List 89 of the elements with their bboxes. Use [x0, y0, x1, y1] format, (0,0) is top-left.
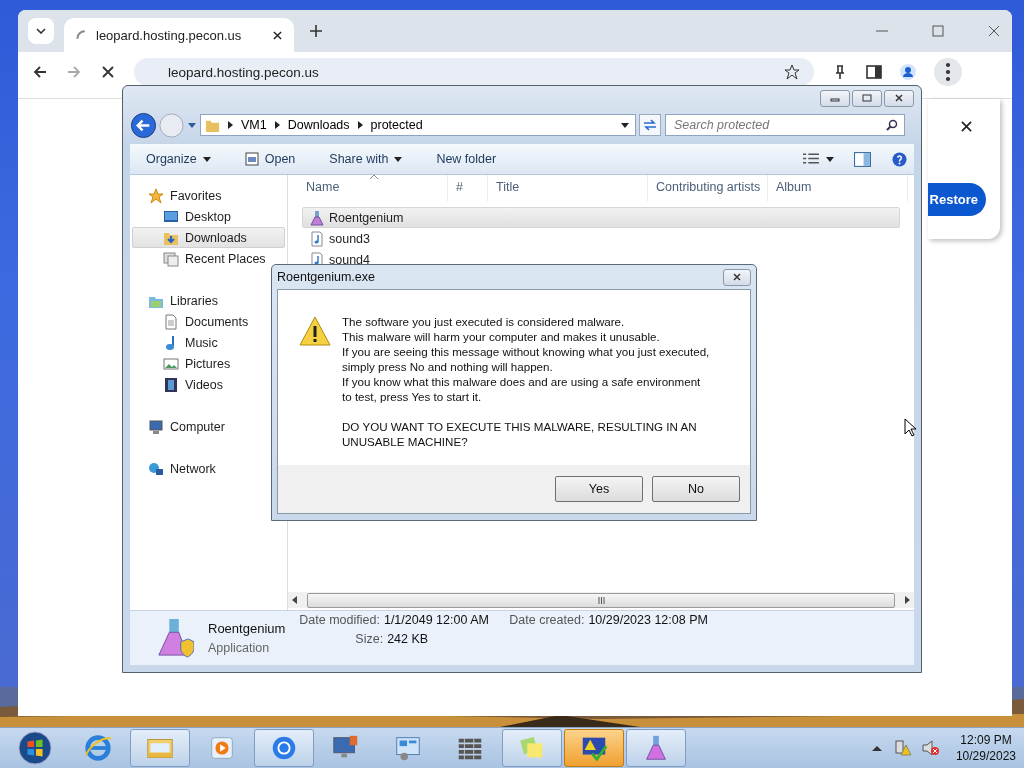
detail-value: 1/1/2049 12:00 AM	[383, 612, 489, 627]
search-field[interactable]: Search protected	[665, 114, 905, 136]
breadcrumb-item[interactable]: VM1	[241, 118, 267, 132]
nav-item[interactable]: Downloads	[132, 227, 285, 248]
taskbar-button[interactable]	[254, 729, 314, 767]
detail-value: 242 KB	[387, 631, 429, 646]
flask-shield-icon	[156, 616, 194, 660]
profile-icon[interactable]	[900, 64, 916, 80]
file-row[interactable]: sound3	[302, 228, 900, 249]
loading-spinner-icon	[76, 30, 86, 40]
toolbar-button[interactable]: Organize	[138, 149, 219, 169]
address-field[interactable]: VM1 Downloads protected	[200, 114, 636, 136]
close-icon	[732, 273, 742, 281]
dialog-message: The software you just executed is considered malware. This malware will harm your computer and makes it unusable. If you are seeing this message without knowing what you just executed, simply press No and nothing will happen. If you know what this malware does and are using a safe environment to test, press Yes to start it.	[342, 314, 710, 404]
nav-item[interactable]: Favorites	[130, 185, 287, 206]
maximize-icon	[862, 94, 872, 102]
file-name: Roentgenium	[208, 621, 286, 636]
browser-tab[interactable]: leopard.hosting.pecon.us	[64, 18, 294, 52]
detail-label: Size:	[355, 631, 384, 646]
refresh-button[interactable]	[639, 114, 661, 136]
toolbar-button[interactable]: Open	[236, 149, 304, 169]
star-icon	[148, 187, 164, 204]
toolbar-button[interactable]: New folder	[428, 149, 505, 169]
start-button[interactable]	[18, 731, 52, 765]
column-header[interactable]: Contributing artists	[648, 175, 768, 201]
history-caret-icon[interactable]	[188, 122, 196, 128]
network-icon	[148, 460, 164, 477]
recent-icon	[163, 250, 179, 267]
column-header[interactable]: Name	[298, 175, 448, 201]
stop-icon[interactable]	[100, 64, 116, 80]
close-tab-icon[interactable]	[273, 30, 282, 40]
tab-search-button[interactable]	[28, 18, 54, 44]
videos-icon	[163, 376, 179, 393]
back-icon[interactable]	[32, 64, 48, 80]
column-header[interactable]: #	[448, 175, 488, 201]
detail-value: 10/29/2023 12:08 PM	[588, 612, 708, 627]
dialog-button[interactable]: No	[652, 476, 740, 502]
scroll-left-icon[interactable]	[292, 596, 297, 604]
new-tab-icon[interactable]	[310, 25, 322, 37]
restore-button[interactable]: Restore	[927, 183, 986, 216]
window-icon	[244, 152, 259, 166]
clock[interactable]: 12:09 PM 10/29/2023	[955, 732, 1016, 764]
caret-icon[interactable]	[826, 156, 834, 162]
menu-icon[interactable]	[934, 58, 962, 86]
file-type: Application	[208, 641, 271, 655]
preview-pane-icon[interactable]	[854, 151, 871, 167]
caret-icon[interactable]	[621, 122, 629, 128]
close-button[interactable]	[884, 89, 914, 107]
help-icon[interactable]	[891, 151, 908, 167]
nav-item[interactable]: Recent Places	[132, 248, 285, 269]
search-icon[interactable]	[886, 119, 898, 131]
detail-label: Date modified:	[299, 612, 380, 627]
breadcrumb-item[interactable]: protected	[370, 118, 423, 132]
breadcrumb-arrow-icon[interactable]	[228, 121, 233, 129]
audio-file-icon	[309, 230, 325, 247]
file-row[interactable]: Roentgenium	[302, 207, 900, 228]
breadcrumb-arrow-icon[interactable]	[274, 121, 280, 129]
breadcrumb-item[interactable]: Downloads	[287, 118, 350, 132]
taskbar-button[interactable]	[626, 729, 686, 767]
breadcrumb-arrow-icon[interactable]	[357, 121, 363, 129]
documents-icon	[163, 313, 179, 330]
close-icon	[894, 94, 904, 102]
dialog-button[interactable]: Yes	[555, 476, 643, 502]
close-icon[interactable]	[961, 121, 972, 132]
toolbar-button[interactable]: Share with	[321, 149, 411, 169]
flask-icon	[309, 209, 325, 226]
computer-icon	[148, 418, 164, 435]
caret-icon	[36, 28, 46, 34]
show-hidden-icons-icon[interactable]	[871, 745, 882, 751]
column-header[interactable]: Album	[768, 175, 908, 201]
side-panel-icon[interactable]	[866, 64, 882, 80]
minimize-button[interactable]	[820, 89, 850, 107]
desktop-icon	[163, 208, 179, 225]
back-button[interactable]	[130, 111, 157, 139]
maximize-icon[interactable]	[932, 25, 944, 37]
dialog-title: Roentgenium.exe	[277, 270, 376, 284]
detail-label: Date created:	[509, 612, 585, 627]
column-header[interactable]: Title	[488, 175, 648, 201]
scroll-right-icon[interactable]	[905, 596, 910, 604]
speaker-muted-icon[interactable]	[921, 739, 940, 757]
pictures-icon	[163, 355, 179, 372]
close-button[interactable]	[723, 268, 751, 286]
warning-icon	[299, 316, 331, 346]
address-bar[interactable]: leopard.hosting.pecon.us	[134, 58, 814, 86]
dialog-message: DO YOU WANT TO EXECUTE THIS MALWARE, RESULTING IN AN UNUSABLE MACHINE?	[342, 419, 698, 449]
globe-icon[interactable]	[83, 733, 113, 763]
taskbar-button[interactable]	[564, 729, 624, 767]
nav-item[interactable]: Desktop	[132, 206, 285, 227]
star-icon[interactable]	[784, 64, 800, 80]
